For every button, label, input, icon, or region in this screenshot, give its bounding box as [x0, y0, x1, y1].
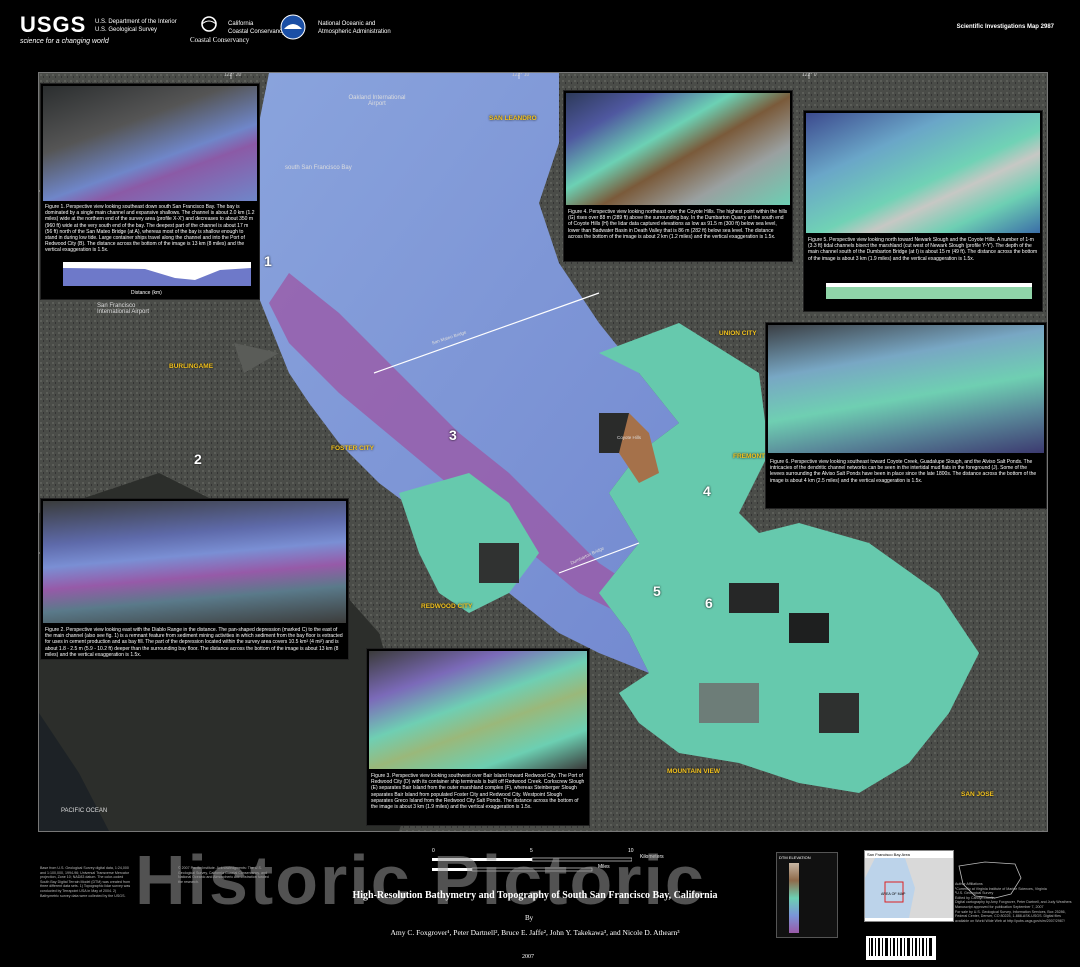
figure-2-caption: Figure 2. Perspective view looking east … — [45, 627, 343, 658]
figure-3-caption: Figure 3. Perspective view looking south… — [371, 773, 585, 811]
view-arrow-6: 6 — [705, 595, 713, 611]
series-number: Scientific Investigations Map 2987 — [956, 24, 1054, 30]
header-bar: USGS science for a changing world U.S. D… — [0, 0, 1080, 62]
left-notes: Base from U.S. Geological Survey digital… — [40, 866, 131, 898]
figure-5-profile — [826, 283, 1032, 299]
figure-5-panel: Figure 5. Perspective view looking north… — [803, 110, 1043, 312]
label-union-city: UNION CITY — [719, 330, 757, 337]
view-arrow-4: 4 — [703, 483, 711, 499]
locator-title: San Francisco Bay Area — [867, 852, 910, 857]
figure-3-panel: Figure 3. Perspective view looking south… — [366, 648, 590, 826]
footer: Base from U.S. Geological Survey digital… — [0, 836, 1080, 967]
figure-5-caption: Figure 5. Perspective view looking north… — [808, 237, 1038, 262]
author-affiliations: Author Affiliations ¹Currently at Virgin… — [955, 882, 1072, 923]
figure-4-caption: Figure 4. Perspective view looking north… — [568, 209, 788, 240]
figure-1-image — [43, 86, 257, 201]
view-arrow-1: 1 — [264, 253, 272, 269]
noaa-icon — [280, 14, 306, 40]
label-oakland-airport: Oakland International Airport — [348, 95, 406, 107]
by-label: By — [525, 914, 534, 922]
label-mountain-view: MOUNTAIN VIEW — [667, 768, 720, 775]
coastal-conservancy-caption: California Coastal Conservancy — [228, 21, 286, 35]
year: 2007 — [522, 954, 534, 960]
noaa-logo — [280, 14, 306, 40]
legend-ramp — [789, 863, 799, 933]
figure-6-panel: Figure 6. Perspective view looking south… — [765, 322, 1047, 509]
label-burlingame: BURLINGAME — [169, 363, 214, 370]
tick-top-3: 122° 0' — [802, 72, 818, 78]
map-title: High-Resolution Bathymetry and Topograph… — [352, 890, 718, 901]
tick-top-2: 122° 10' — [512, 72, 531, 78]
figure-3-image — [369, 651, 587, 769]
barcode-icon — [866, 936, 936, 960]
figure-4-image — [566, 93, 790, 205]
figure-5-image — [806, 113, 1040, 233]
coastal-conservancy-icon — [201, 16, 217, 32]
label-san-leandro: SAN LEANDRO — [489, 115, 537, 122]
figure-1-panel: Figure 1. Perspective view looking south… — [40, 83, 260, 300]
label-san-jose: SAN JOSE — [961, 791, 994, 798]
legend-title: DTM ELEVATION — [779, 855, 811, 860]
label-coyote-hills: Coyote Hills — [617, 435, 642, 440]
tick-top-1: 122° 20' — [224, 72, 243, 78]
authors: Amy C. Foxgrover¹, Peter Dartnell², Bruc… — [390, 928, 680, 937]
elevation-legend: DTM ELEVATION — [776, 852, 838, 938]
locator-inset: San Francisco Bay Area — [864, 850, 954, 922]
figure-4-panel: Figure 4. Perspective view looking north… — [563, 90, 793, 262]
view-arrow-2: 2 — [194, 451, 202, 467]
label-redwood-city: REDWOOD CITY — [421, 603, 473, 610]
label-fremont: FREMONT — [733, 453, 766, 460]
figure-2-image — [43, 501, 346, 623]
noaa-text: National Oceanic and Atmospheric Adminis… — [318, 21, 391, 35]
label-pacific-ocean: PACIFIC OCEAN — [61, 808, 108, 814]
dept-text: U.S. Department of the Interior U.S. Geo… — [95, 19, 177, 33]
figure-6-image — [768, 325, 1044, 453]
figure-1-xlabel: Distance (km) — [131, 290, 162, 296]
view-arrow-3: 3 — [449, 427, 457, 443]
coastal-conservancy-logo — [192, 14, 226, 50]
label-sfo: San Francisco International Airport — [97, 303, 150, 315]
figure-6-caption: Figure 6. Perspective view looking south… — [770, 459, 1037, 484]
label-sf-bay: south San Francisco Bay — [285, 165, 352, 171]
view-arrow-5: 5 — [653, 583, 661, 599]
figure-1-caption: Figure 1. Perspective view looking south… — [45, 204, 255, 254]
locator-map — [865, 858, 953, 918]
label-foster-city: FOSTER CITY — [331, 445, 374, 452]
watermark: Historic Pictoric — [135, 841, 706, 919]
coastal-conservancy-text: Coastal Conservancy — [190, 36, 250, 44]
locator-label: AREA OF MAP — [881, 892, 906, 896]
figure-2-panel: Figure 2. Perspective view looking east … — [40, 498, 349, 660]
